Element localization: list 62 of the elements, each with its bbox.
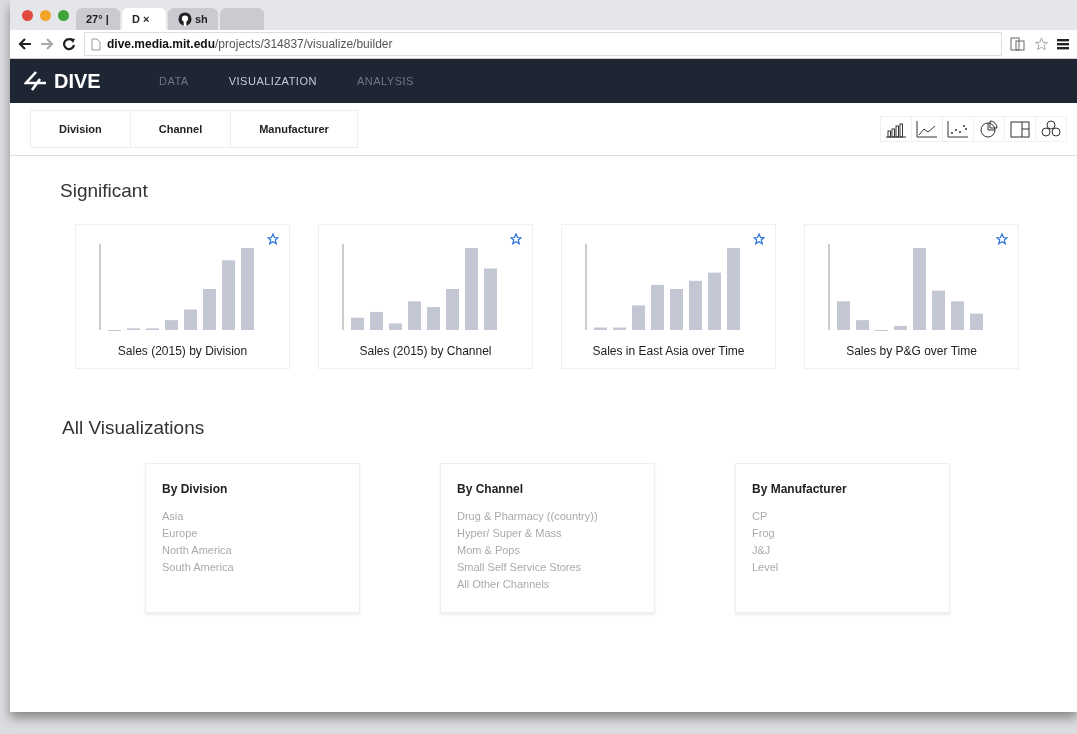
- visualization-link[interactable]: All Other Channels: [457, 576, 638, 593]
- browser-tab[interactable]: D ×: [122, 8, 166, 30]
- visualization-link[interactable]: South America: [162, 559, 343, 576]
- chart-card[interactable]: Sales (2015) by Channel: [318, 224, 533, 369]
- visualization-link[interactable]: J&J: [752, 542, 933, 559]
- section-title: All Visualizations: [62, 417, 206, 439]
- chart-type-button[interactable]: [880, 116, 912, 142]
- chart-card[interactable]: Sales by P&G over Time: [804, 224, 1019, 369]
- chart-card[interactable]: Sales (2015) by Division: [75, 224, 290, 369]
- visualization-link[interactable]: Europe: [162, 525, 343, 542]
- extension-icon[interactable]: [1010, 37, 1026, 51]
- visualization-link[interactable]: Asia: [162, 508, 343, 525]
- menu-icon[interactable]: [1057, 38, 1069, 50]
- url-text: dive.media.mit.edu/projects/314837/visualize/builder: [107, 37, 393, 51]
- section-title: Significant: [60, 180, 149, 202]
- star-icon[interactable]: [510, 233, 522, 245]
- chart-card[interactable]: Sales in East Asia over Time: [561, 224, 776, 369]
- browser-tab[interactable]: 27° |: [76, 8, 120, 30]
- chart-title: Sales in East Asia over Time: [592, 344, 745, 358]
- star-icon[interactable]: [1034, 37, 1049, 51]
- visualization-link[interactable]: Frog: [752, 525, 933, 542]
- visualization-link[interactable]: Drug & Pharmacy ((country)): [457, 508, 638, 525]
- field-button[interactable]: Manufacturer: [230, 110, 358, 148]
- visualization-link[interactable]: Level: [752, 559, 933, 576]
- visualization-link[interactable]: Small Self Service Stores: [457, 559, 638, 576]
- network-chart-icon: [1040, 120, 1062, 138]
- close-light[interactable]: [22, 9, 33, 21]
- tab-title: sh: [195, 13, 208, 25]
- chart-type-button[interactable]: [942, 116, 974, 142]
- chart-title: Sales (2015) by Division: [117, 344, 248, 358]
- logo-text: DIVE: [54, 69, 101, 93]
- visualization-link[interactable]: CP: [752, 508, 933, 525]
- grid-chart-icon: [1009, 120, 1031, 138]
- star-icon[interactable]: [753, 233, 765, 245]
- browser-tab[interactable]: sh: [168, 8, 218, 30]
- star-icon[interactable]: [267, 233, 279, 245]
- nav-tab[interactable]: DATA: [159, 75, 189, 87]
- group-title: By Manufacturer: [752, 482, 848, 496]
- pie-chart-icon: [978, 120, 1000, 138]
- visualization-link[interactable]: Hyper/ Super & Mass: [457, 525, 638, 542]
- field-button[interactable]: Channel: [129, 110, 232, 148]
- nav-tab[interactable]: VISUALIZATION: [228, 75, 317, 87]
- chart-title: Sales (2015) by Channel: [359, 344, 492, 358]
- address-bar[interactable]: dive.media.mit.edu/projects/314837/visualize/builder: [84, 32, 1002, 56]
- chart-type-button[interactable]: [1035, 116, 1067, 142]
- group-title: By Division: [162, 482, 229, 496]
- zoom-light[interactable]: [58, 9, 69, 21]
- chart-type-button[interactable]: [973, 116, 1005, 142]
- scatter-chart-icon: [947, 120, 969, 138]
- star-icon[interactable]: [996, 233, 1008, 245]
- logo-icon: [24, 71, 48, 91]
- line-chart-icon: [916, 120, 938, 138]
- back-icon[interactable]: [18, 38, 32, 50]
- reload-icon[interactable]: [62, 37, 76, 51]
- nav-tab[interactable]: ANALYSIS: [356, 75, 414, 87]
- page-icon: [91, 37, 101, 51]
- field-button[interactable]: Division: [30, 110, 131, 148]
- group-title: By Channel: [457, 482, 524, 496]
- visualization-link[interactable]: North America: [162, 542, 343, 559]
- chart-title: Sales by P&G over Time: [846, 344, 977, 358]
- bar-chart-icon: [885, 120, 907, 138]
- visualization-link[interactable]: Mom & Pops: [457, 542, 638, 559]
